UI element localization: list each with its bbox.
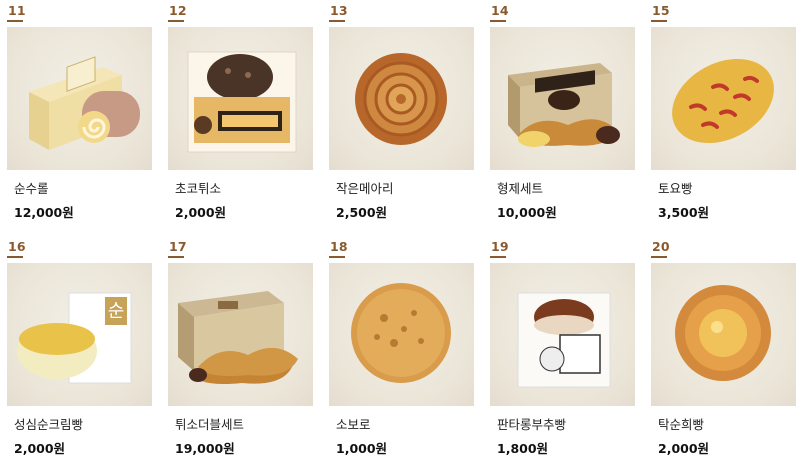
product-card[interactable]: 20 탁순희빵 2,000원: [651, 236, 796, 471]
number-underline: [7, 20, 23, 22]
product-number: 14: [491, 3, 509, 18]
product-price: 2,000원: [14, 441, 66, 456]
product-card[interactable]: 11 순수롤 12,000원: [7, 0, 152, 236]
product-price: 3,500원: [658, 205, 710, 220]
product-name: 작은메아리: [336, 181, 394, 196]
product-number: 12: [169, 3, 187, 18]
pastry-set-box-image[interactable]: [490, 27, 635, 170]
roll-cake-box-image[interactable]: [7, 27, 152, 170]
number-underline: [651, 256, 667, 258]
product-name: 초코튀소: [175, 181, 222, 196]
product-price: 19,000원: [175, 441, 235, 456]
product-name: 탁순희빵: [658, 417, 705, 432]
product-name: 소보로: [336, 417, 371, 432]
product-name: 튀소더블세트: [175, 417, 245, 432]
product-price: 1,800원: [497, 441, 549, 456]
product-name: 토요빵: [658, 181, 693, 196]
chive-bun-package-image[interactable]: [490, 263, 635, 406]
product-number: 13: [330, 3, 348, 18]
product-card[interactable]: 13 작은메아리 2,500원: [329, 0, 474, 236]
product-number: 17: [169, 239, 187, 254]
number-underline: [329, 256, 345, 258]
product-grid: 11 순수롤 12,000원 12 초코튀소 2,000원 13 작은메아리 2…: [0, 0, 800, 471]
product-number: 16: [8, 239, 26, 254]
product-card[interactable]: 19 판타롱부추빵 1,800원: [490, 236, 635, 471]
product-name: 형제세트: [497, 181, 544, 196]
choco-bun-package-image[interactable]: [168, 27, 313, 170]
product-price: 10,000원: [497, 205, 557, 220]
product-price: 2,000원: [658, 441, 710, 456]
number-underline: [168, 20, 184, 22]
streusel-bun-image[interactable]: [329, 263, 474, 406]
product-name: 판타롱부추빵: [497, 417, 567, 432]
product-card[interactable]: 18 소보로 1,000원: [329, 236, 474, 471]
cream-bun-image[interactable]: 순: [7, 263, 152, 406]
svg-text:순: 순: [108, 301, 125, 322]
spiral-pastry-image[interactable]: [329, 27, 474, 170]
number-underline: [490, 20, 506, 22]
product-card[interactable]: 16 순 성심순크림빵 2,000원: [7, 236, 152, 471]
product-number: 11: [8, 3, 26, 18]
product-price: 12,000원: [14, 205, 74, 220]
number-underline: [7, 256, 23, 258]
product-name: 성심순크림빵: [14, 417, 84, 432]
number-underline: [329, 20, 345, 22]
product-number: 18: [330, 239, 348, 254]
oval-bread-image[interactable]: [651, 27, 796, 170]
product-number: 19: [491, 239, 509, 254]
round-bread-image[interactable]: [651, 263, 796, 406]
product-price: 2,500원: [336, 205, 388, 220]
product-name: 순수롤: [14, 181, 49, 196]
product-card[interactable]: 17 튀소더블세트 19,000원: [168, 236, 313, 471]
product-price: 2,000원: [175, 205, 227, 220]
number-underline: [651, 20, 667, 22]
product-number: 15: [652, 3, 670, 18]
product-card[interactable]: 14 형제세트 10,000원: [490, 0, 635, 236]
number-underline: [168, 256, 184, 258]
double-set-box-image[interactable]: [168, 263, 313, 406]
number-underline: [490, 256, 506, 258]
product-price: 1,000원: [336, 441, 388, 456]
product-number: 20: [652, 239, 670, 254]
product-card[interactable]: 12 초코튀소 2,000원: [168, 0, 313, 236]
product-card[interactable]: 15 토요빵 3,500원: [651, 0, 796, 236]
